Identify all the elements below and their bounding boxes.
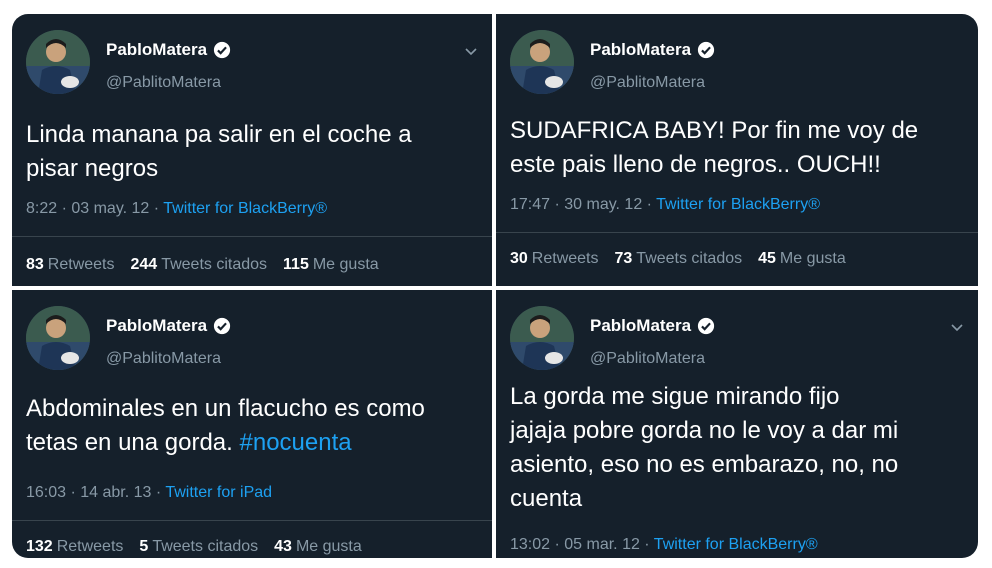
display-name[interactable]: PabloMatera — [106, 316, 207, 336]
verified-badge-icon — [213, 317, 231, 335]
tweet-text: Abdominales en un flacucho es como tetas… — [26, 395, 425, 456]
verified-badge-icon — [697, 41, 715, 59]
tweet-timestamp[interactable]: 8:22 · 03 may. 12 · — [26, 200, 163, 217]
divider — [12, 520, 492, 521]
tweet-card[interactable]: PabloMatera @PablitoMatera SUDAFRICA BAB… — [496, 14, 978, 286]
quotes-stat[interactable]: 244 Tweets citados — [131, 256, 268, 274]
divider — [496, 232, 978, 233]
tweet-timestamp[interactable]: 13:02 · 05 mar. 12 · — [510, 536, 654, 553]
chevron-down-icon[interactable] — [464, 44, 478, 58]
tweet-client-link[interactable]: Twitter for BlackBerry® — [654, 536, 818, 553]
tweet-timestamp[interactable]: 16:03 · 14 abr. 13 · — [26, 484, 165, 501]
tweet-collage: PabloMatera @PablitoMatera Linda manana … — [12, 14, 978, 558]
quotes-stat[interactable]: 73 Tweets citados — [615, 250, 743, 268]
tweet-client-link[interactable]: Twitter for BlackBerry® — [163, 200, 327, 217]
user-handle[interactable]: @PablitoMatera — [106, 350, 221, 368]
likes-stat[interactable]: 43 Me gusta — [274, 538, 362, 556]
user-handle[interactable]: @PablitoMatera — [106, 74, 221, 92]
tweet-stats: 132 Retweets 5 Tweets citados 43 Me gusta — [26, 538, 362, 556]
user-handle[interactable]: @PablitoMatera — [590, 74, 705, 92]
user-handle[interactable]: @PablitoMatera — [590, 350, 705, 368]
tweet-text: La gorda me sigue mirando fijo jajaja po… — [510, 383, 899, 512]
hashtag-link[interactable]: #nocuenta — [240, 429, 352, 456]
tweet-client-link[interactable]: Twitter for BlackBerry® — [656, 196, 820, 213]
tweet-card[interactable]: PabloMatera @PablitoMatera Linda manana … — [12, 14, 492, 286]
display-name[interactable]: PabloMatera — [590, 316, 691, 336]
tweet-meta: 8:22 · 03 may. 12 · Twitter for BlackBer… — [26, 200, 327, 218]
tweet-client-link[interactable]: Twitter for iPad — [165, 484, 272, 501]
display-name[interactable]: PabloMatera — [590, 40, 691, 60]
tweet-card[interactable]: PabloMatera @PablitoMatera La gorda me s… — [496, 290, 978, 558]
tweet-stats: 30 Retweets 73 Tweets citados 45 Me gusta — [510, 250, 846, 268]
tweet-meta: 13:02 · 05 mar. 12 · Twitter for BlackBe… — [510, 536, 818, 554]
likes-stat[interactable]: 45 Me gusta — [758, 250, 846, 268]
quotes-stat[interactable]: 5 Tweets citados — [139, 538, 258, 556]
tweet-timestamp[interactable]: 17:47 · 30 may. 12 · — [510, 196, 656, 213]
verified-badge-icon — [697, 317, 715, 335]
tweet-meta: 16:03 · 14 abr. 13 · Twitter for iPad — [26, 484, 272, 502]
tweet-meta: 17:47 · 30 may. 12 · Twitter for BlackBe… — [510, 196, 820, 214]
retweets-stat[interactable]: 132 Retweets — [26, 538, 123, 556]
chevron-down-icon[interactable] — [950, 320, 964, 334]
likes-stat[interactable]: 115 Me gusta — [283, 256, 379, 274]
avatar[interactable] — [510, 30, 574, 94]
tweet-text: Linda manana pa salir en el coche a pisa… — [26, 121, 412, 182]
divider — [12, 236, 492, 237]
tweet-card[interactable]: PabloMatera @PablitoMatera Abdominales e… — [12, 290, 492, 558]
tweet-stats: 83 Retweets 244 Tweets citados 115 Me gusta — [26, 256, 379, 274]
avatar[interactable] — [510, 306, 574, 370]
display-name[interactable]: PabloMatera — [106, 40, 207, 60]
avatar[interactable] — [26, 306, 90, 370]
retweets-stat[interactable]: 30 Retweets — [510, 250, 599, 268]
tweet-text: SUDAFRICA BABY! Por fin me voy de este p… — [510, 117, 919, 178]
avatar[interactable] — [26, 30, 90, 94]
retweets-stat[interactable]: 83 Retweets — [26, 256, 115, 274]
verified-badge-icon — [213, 41, 231, 59]
